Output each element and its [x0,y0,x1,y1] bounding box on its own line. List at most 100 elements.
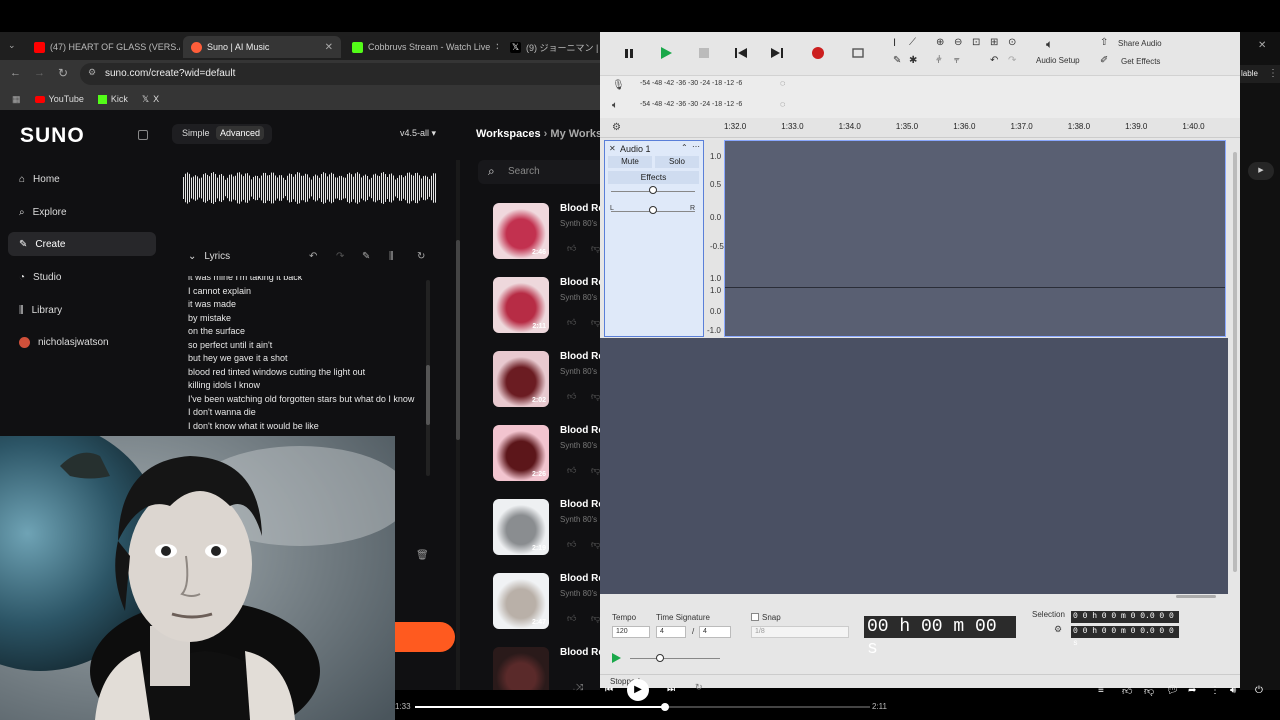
redo-icon[interactable]: ↷ [336,251,344,262]
gain-slider-thumb[interactable] [649,186,657,194]
skip-end-button[interactable] [766,42,788,64]
search-input[interactable]: ⌕ Search [478,160,600,184]
zoom-selection-icon[interactable]: ⊡ [972,37,980,48]
nav-home[interactable]: ⌂ Home [8,167,156,191]
collapse-track-icon[interactable]: ⌃ [681,143,688,152]
scrollbar-thumb[interactable] [1233,152,1237,572]
suno-logo[interactable]: SUNO [20,124,85,148]
nav-explore[interactable]: ⌕ Explore [8,200,156,224]
lyrics-textarea[interactable]: it was mine I'm taking it back I cannot e… [183,276,433,436]
waveform-area[interactable] [724,140,1226,337]
snap-select[interactable]: 1/8 [751,626,849,638]
bookmark-kick[interactable]: Kick [97,94,128,104]
redo-icon[interactable]: ↷ [1008,55,1016,66]
edit-icon[interactable]: ✎ [362,251,370,262]
mode-advanced-tab[interactable]: Advanced [216,126,265,140]
time-display[interactable]: 00 h 00 m 00 s [864,616,1016,659]
more-icon[interactable]: ⋮ [1210,685,1220,696]
song-cover[interactable]: 2:11 [493,277,549,333]
track-control-panel[interactable]: ✕ Audio 1 ⌃ ⋯ Mute Solo Effects L R [604,140,704,337]
panel-scrollbar[interactable] [456,160,460,700]
like-icon[interactable]: 👍︎ [1122,685,1132,697]
meter-options-icon[interactable]: ◌ [780,99,785,109]
close-track-icon[interactable]: ✕ [609,144,616,153]
close-icon[interactable]: ✕ [325,42,333,53]
pan-slider-thumb[interactable] [649,206,657,214]
mute-button[interactable]: Mute [608,156,652,168]
time-signature-denominator[interactable]: 4 [699,626,731,638]
breadcrumb-workspaces[interactable]: Workspaces [476,128,541,140]
song-row[interactable]: 2:46 Blood Rec Synth 80's D 👍︎ 👎︎ [493,203,609,263]
trash-icon[interactable]: 🗑 [416,550,429,561]
selection-end[interactable]: 0 0 h 0 0 m 0 0.0 0 0 s [1071,626,1179,648]
back-icon[interactable]: ← [10,67,21,79]
dislike-icon[interactable]: 👎︎ [591,391,600,402]
more-icon[interactable]: ⋮ [1268,68,1278,79]
song-row[interactable]: 2:19 Blood Rec Synth 80's D 👍︎ 👎︎ [493,499,609,559]
like-icon[interactable]: 👍︎ [567,243,576,254]
speaker-icon[interactable]: 🔈︎ [612,100,618,111]
track-menu-icon[interactable]: ⋯ [692,142,700,151]
share-icon[interactable]: ➦ [1188,685,1196,696]
nav-studio[interactable]: ◔ Studio [8,265,156,289]
song-cover[interactable]: 2:02 [493,351,549,407]
scrollbar-thumb[interactable] [426,365,430,425]
like-icon[interactable]: 👍︎ [567,613,576,624]
draw-tool-icon[interactable]: ✎ [893,55,901,66]
song-row[interactable]: 2:11 Blood Rec Synth 80's D 👍︎ 👎︎ [493,277,609,337]
close-icon[interactable]: ✕ [495,42,498,53]
dislike-icon[interactable]: 👎︎ [591,243,600,254]
track-name[interactable]: Audio 1 [620,144,651,154]
dislike-icon[interactable]: 👎︎ [591,613,600,624]
tab-x[interactable]: 𝕏 (9) ジョーニマン | 迷惑 [502,36,600,58]
create-button[interactable] [395,622,455,652]
audacity-vertical-scrollbar[interactable] [1232,142,1238,582]
audio-setup-button[interactable]: 🔈︎ Audio Setup [1036,36,1082,70]
play-speed-thumb[interactable] [656,654,664,662]
song-cover[interactable]: 2:46 [493,203,549,259]
recording-meter[interactable]: -54 -48 -42 -36 -30 -24 -18 -12 -6 ◌ [640,78,790,92]
nav-library[interactable]: ⫼ Library [8,298,156,322]
previous-icon[interactable]: ⏮ [605,684,613,695]
share-audio-button[interactable]: ⇧ Share Audio [1100,37,1180,51]
bookmark-x[interactable]: 𝕏 X [142,94,159,105]
song-row[interactable]: 2:26 Blood Rec Synth 80's D 👍︎ 👎︎ [493,425,609,485]
skip-start-button[interactable] [730,42,752,64]
shuffle-icon[interactable]: ⤨ [576,682,583,693]
tab-kick[interactable]: Cobbruvs Stream - Watch Live ✕ [344,36,498,58]
forward-icon[interactable]: → [34,67,45,79]
close-icon[interactable]: ✕ [1258,40,1266,51]
get-effects-button[interactable]: ✐ Get Effects [1100,55,1180,69]
record-button[interactable] [807,42,829,64]
song-cover[interactable]: 2:26 [493,425,549,481]
timeline-settings-icon[interactable]: ⚙ [612,122,621,133]
nav-create[interactable]: ✎ Create [8,232,156,256]
meter-options-icon[interactable]: ◌ [780,78,785,88]
zoom-out-icon[interactable]: ⊖ [954,37,962,48]
zoom-fit-icon[interactable]: ⊞ [990,37,998,48]
snap-checkbox[interactable] [751,613,759,621]
solo-button[interactable]: Solo [655,156,699,168]
next-icon[interactable]: ⏭ [667,684,675,695]
lyrics-header[interactable]: ⌄ Lyrics [188,251,230,262]
player-progress-thumb[interactable] [661,703,670,711]
selection-settings-icon[interactable]: ⚙ [1054,624,1062,635]
song-cover[interactable]: 2:19 [493,499,549,555]
tab-youtube[interactable]: (47) HEART OF GLASS (VERS.A ✕ [26,36,180,58]
empty-track-area[interactable] [600,338,1228,594]
tab-list-icon[interactable]: ⌄ [8,40,16,51]
repeat-icon[interactable]: ↻ [695,682,703,693]
stop-button[interactable] [693,42,715,64]
dislike-icon[interactable]: 👎︎ [591,465,600,476]
song-row[interactable]: 2:47 Blood Rec Synth 80's D 👍︎ 👎︎ [493,573,609,633]
undo-icon[interactable]: ↶ [309,251,317,262]
like-icon[interactable]: 👍︎ [567,539,576,550]
collapse-sidebar-icon[interactable] [138,130,148,140]
play-at-speed-button[interactable] [610,652,622,664]
microphone-icon[interactable]: 🎙︎ [612,80,625,91]
song-cover[interactable]: 2:47 [493,573,549,629]
play-speed-slider[interactable] [630,658,720,659]
time-signature-numerator[interactable]: 4 [656,626,686,638]
url-field[interactable]: ⚙ suno.com/create?wid=default [80,63,600,85]
effects-button[interactable]: Effects [608,171,699,184]
